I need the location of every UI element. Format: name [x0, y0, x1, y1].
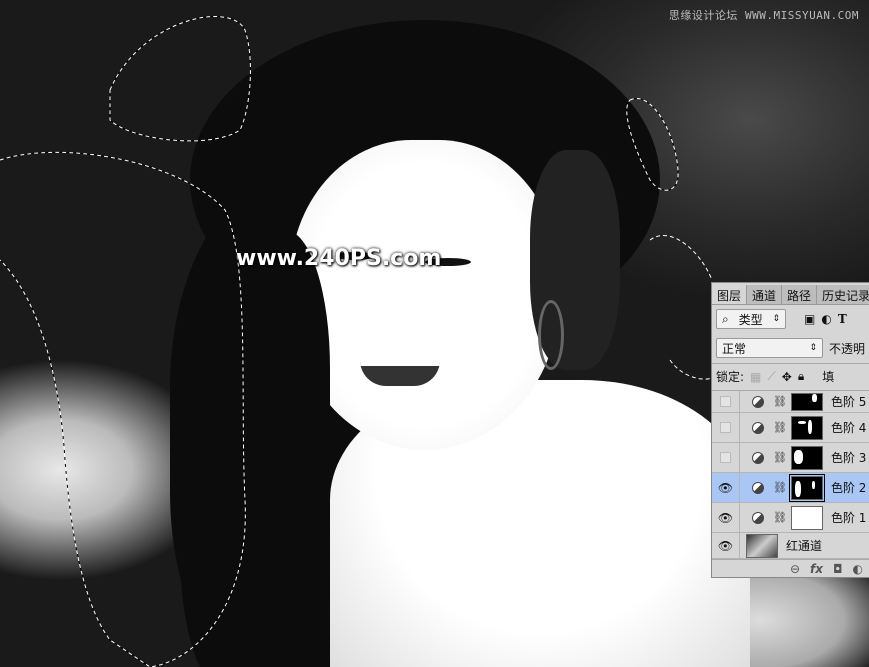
fx-button[interactable]: fx	[810, 562, 823, 576]
filter-kind-select[interactable]: ⌕ 类型 ⇕	[716, 309, 786, 329]
add-mask-icon[interactable]: ◘	[833, 562, 843, 576]
layer-row[interactable]: ⛓ 色阶 5	[712, 391, 869, 413]
link-icon[interactable]: ⛓	[773, 511, 787, 524]
layer-thumbnail[interactable]	[746, 533, 778, 558]
link-layers-icon[interactable]: ⊖	[790, 562, 800, 576]
adjustment-layer-icon	[752, 451, 764, 464]
lock-label: 锁定:	[716, 370, 745, 384]
layer-name: 红通道	[786, 539, 823, 553]
watermark-center: www.240PS.com	[236, 246, 442, 271]
layers-list: ⛓ 色阶 5 ⛓ 色阶 4 ⛓ 色阶 3 👁︎ ⛓ 色阶 2 👁︎ ⛓ 色阶 1…	[712, 390, 869, 559]
lock-row: 锁定: ▦ ⟋ ✥ 🔒︎ 填	[712, 363, 869, 389]
watermark-top-cn: 思缘设计论坛	[668, 9, 738, 22]
filter-kind-label: 类型	[738, 312, 763, 327]
visibility-toggle[interactable]: 👁︎	[712, 473, 740, 502]
watermark-top: 思缘设计论坛 WWW.MISSYUAN.COM	[669, 7, 859, 23]
eye-icon: 👁︎	[717, 510, 734, 525]
adjustment-layer-icon	[752, 421, 764, 434]
lock-transparent-icon[interactable]: ▦	[750, 370, 761, 384]
layer-name: 色阶 5	[830, 395, 867, 409]
layer-mask-thumbnail[interactable]	[790, 392, 823, 411]
layer-name: 色阶 1	[830, 511, 867, 525]
link-icon[interactable]: ⛓	[773, 421, 787, 434]
layers-panel: 图层 通道 路径 历史记录 ⌕ 类型 ⇕ ▣ ◐ T 正常 ⇕ 不透明 锁定: ▦ ⟋…	[711, 282, 869, 578]
adjustment-layer-icon	[752, 395, 764, 408]
blend-mode-select[interactable]: 正常 ⇕	[716, 338, 823, 358]
lock-move-icon[interactable]: ✥	[782, 370, 792, 384]
type-filter-icon[interactable]: T	[838, 312, 847, 326]
layer-row[interactable]: 👁︎ 红通道	[712, 533, 869, 559]
adjustment-layer-button-icon[interactable]: ◐	[853, 562, 863, 576]
watermark-top-url: WWW.MISSYUAN.COM	[745, 9, 859, 22]
opacity-label: 不透明	[828, 341, 865, 356]
filter-row: ⌕ 类型 ⇕ ▣ ◐ T	[712, 305, 869, 333]
tab-channels[interactable]: 通道	[747, 285, 783, 304]
layer-name: 色阶 3	[830, 451, 867, 465]
search-icon: ⌕	[722, 311, 729, 326]
link-icon[interactable]: ⛓	[773, 451, 787, 464]
layer-mask-thumbnail[interactable]	[790, 445, 823, 470]
link-icon[interactable]: ⛓	[773, 395, 787, 408]
layer-mask-thumbnail[interactable]	[790, 415, 823, 440]
visibility-toggle[interactable]	[712, 413, 740, 442]
blend-mode-value: 正常	[722, 341, 747, 356]
layer-mask-thumbnail[interactable]	[788, 473, 825, 502]
updown-icon: ⇕	[809, 343, 817, 353]
lock-all-icon[interactable]: 🔒︎	[798, 369, 804, 384]
adjustment-filter-icon[interactable]: ◐	[821, 312, 831, 326]
eye-icon: 👁︎	[717, 538, 734, 553]
layer-row[interactable]: ⛓ 色阶 4	[712, 413, 869, 443]
fill-label: 填	[822, 370, 835, 384]
image-filter-icon[interactable]: ▣	[804, 312, 815, 326]
link-icon[interactable]: ⛓	[773, 481, 787, 494]
tab-paths[interactable]: 路径	[782, 285, 818, 304]
panel-tabs: 图层 通道 路径 历史记录	[712, 285, 869, 305]
layer-mask-thumbnail[interactable]	[790, 505, 823, 530]
visibility-toggle[interactable]: 👁︎	[712, 533, 740, 558]
adjustment-layer-icon	[752, 481, 764, 494]
lock-brush-icon[interactable]: ⟋	[767, 369, 775, 384]
layer-row[interactable]: 👁︎ ⛓ 色阶 1	[712, 503, 869, 533]
updown-icon: ⇕	[772, 314, 780, 324]
layer-row-selected[interactable]: 👁︎ ⛓ 色阶 2	[712, 473, 869, 503]
panel-bottom-bar: ⊖ fx ◘ ◐	[712, 559, 869, 577]
eye-icon: 👁︎	[717, 480, 734, 495]
layer-name: 色阶 2	[830, 481, 867, 495]
layer-name: 色阶 4	[830, 421, 867, 435]
blend-row: 正常 ⇕ 不透明	[712, 333, 869, 363]
visibility-toggle[interactable]	[712, 391, 740, 412]
tab-layers[interactable]: 图层	[712, 285, 748, 304]
tab-history[interactable]: 历史记录	[817, 285, 869, 304]
layer-row[interactable]: ⛓ 色阶 3	[712, 443, 869, 473]
visibility-toggle[interactable]: 👁︎	[712, 503, 740, 532]
visibility-toggle[interactable]	[712, 443, 740, 472]
adjustment-layer-icon	[752, 511, 764, 524]
